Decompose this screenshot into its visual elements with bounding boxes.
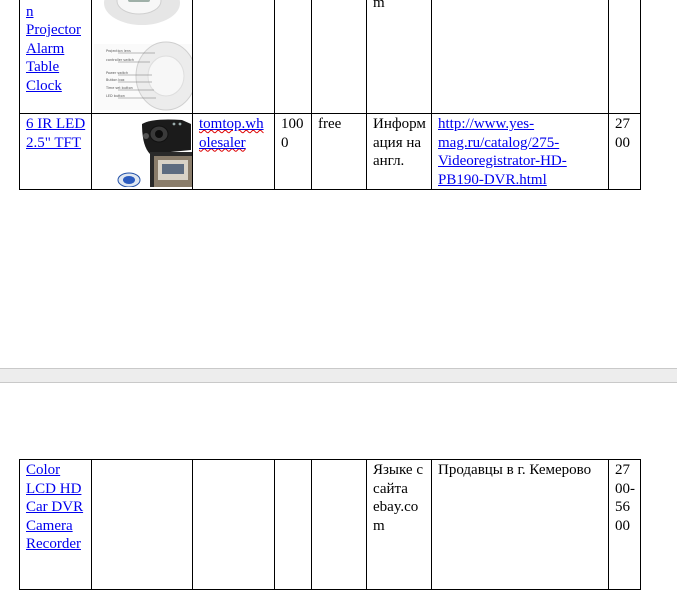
product-name-cell: 6 IR LED 2.5" TFT	[19, 113, 92, 190]
product-url-link[interactable]: http://www.yes-mag.ru/catalog/275-Videor…	[438, 116, 567, 188]
delivery-cell	[311, 0, 367, 114]
price-cell	[274, 0, 312, 114]
svg-text:Time set button: Time set button	[105, 86, 133, 90]
cost-cell: .	[608, 0, 641, 114]
link-cell	[431, 0, 609, 114]
car-dvr-image	[92, 114, 192, 188]
product-name-cell: Projection Projector Alarm Table Clock	[19, 0, 92, 114]
svg-text:Button box: Button box	[106, 78, 125, 82]
page-2: Color LCD HD Car DVR Camera Recorder Язы…	[0, 383, 677, 615]
seller-cell	[192, 0, 275, 114]
product-image-cell: Projection lens controller switch Power …	[91, 0, 193, 114]
delivery-cell	[311, 459, 367, 590]
svg-text:LED button: LED button	[106, 94, 125, 98]
info-cell: Информация на англ.	[366, 113, 432, 190]
info-cell: Языке с сайта ebay.com	[366, 459, 432, 590]
svg-text:Power switch: Power switch	[106, 71, 128, 75]
svg-text:Projection lens: Projection lens	[106, 49, 131, 53]
product-table-bottom: Color LCD HD Car DVR Camera Recorder Язы…	[19, 459, 641, 590]
product-link[interactable]: Projection Projector Alarm Table Clock	[26, 0, 87, 96]
seller-link[interactable]: tomtop.wholesaler	[199, 116, 264, 151]
svg-text:controller switch: controller switch	[106, 58, 134, 62]
link-cell: http://www.yes-mag.ru/catalog/275-Videor…	[431, 113, 609, 190]
page-1: Projection Projector Alarm Table Clock	[0, 0, 677, 368]
product-link[interactable]: Color LCD HD Car DVR Camera Recorder	[26, 462, 83, 552]
product-image-cell	[91, 113, 193, 190]
sellers-note-cell: Продавцы в г. Кемерово	[431, 459, 609, 590]
seller-cell	[192, 459, 275, 590]
table-row: 6 IR LED 2.5" TFT tomtop.wholesaler 1000…	[19, 113, 641, 190]
alarm-clock-image: Projection lens controller switch Power …	[92, 0, 192, 113]
price-cell: 1000	[274, 113, 312, 190]
table-row: Color LCD HD Car DVR Camera Recorder Язы…	[19, 459, 641, 590]
info-cell: m	[366, 0, 432, 114]
price-cell	[274, 459, 312, 590]
delivery-cell: free	[311, 113, 367, 190]
cost-cell: 2700-5600	[608, 459, 641, 590]
page-break	[0, 368, 677, 383]
product-name-cell: Color LCD HD Car DVR Camera Recorder	[19, 459, 92, 590]
cost-cell: 2700	[608, 113, 641, 190]
product-image-cell	[91, 459, 193, 590]
product-table-top: Projection Projector Alarm Table Clock	[19, 0, 641, 190]
seller-name: tomtop.wholesaler	[199, 116, 264, 151]
seller-cell: tomtop.wholesaler	[192, 113, 275, 190]
product-link[interactable]: 6 IR LED 2.5" TFT	[26, 116, 85, 151]
table-row: Projection Projector Alarm Table Clock	[19, 0, 641, 114]
